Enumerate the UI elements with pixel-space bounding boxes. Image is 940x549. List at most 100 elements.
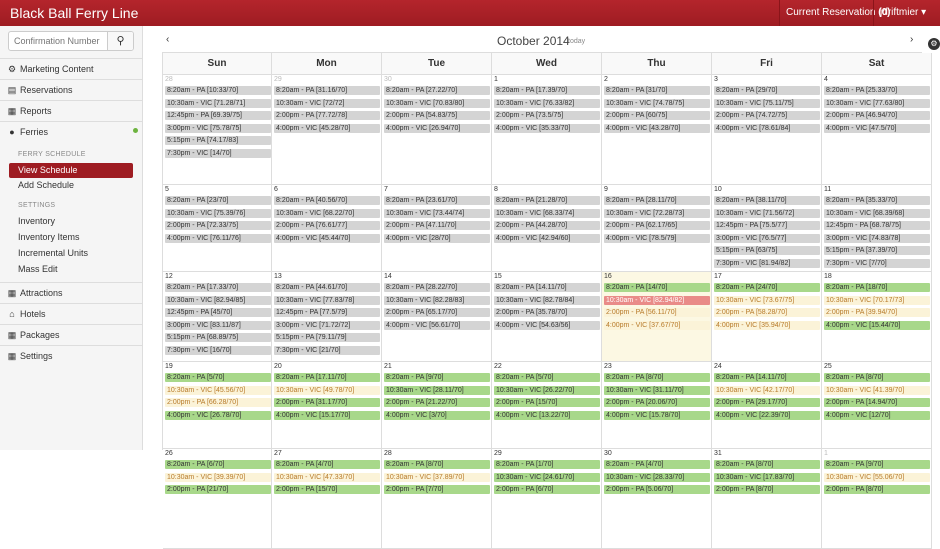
ferry-event[interactable]: 8:20am - PA [9/70] bbox=[824, 460, 930, 469]
day-cell[interactable]: 25 8:20am - PA [8/70] 10:30am - VIC [41.39… bbox=[822, 362, 932, 449]
confirmation-number-input[interactable] bbox=[9, 32, 109, 50]
ferry-event[interactable]: 2:00pm - PA [5.06/70] bbox=[604, 485, 710, 495]
ferry-event[interactable]: 8:20am - PA [8/70] bbox=[714, 460, 820, 469]
sidebar-item-settings[interactable]: ▦ Settings bbox=[0, 345, 142, 366]
ferry-event[interactable]: 10:30am - VIC [76.33/82] bbox=[494, 98, 600, 108]
ferry-event[interactable]: 5:15pm - PA [74.17/83] bbox=[165, 136, 271, 146]
ferry-event[interactable]: 2:00pm - PA [72.33/75] bbox=[165, 221, 271, 231]
ferry-event[interactable]: 3:00pm - VIC [71.72/72] bbox=[274, 320, 380, 330]
ferry-event[interactable]: 2:00pm - PA [58.28/70] bbox=[714, 308, 820, 318]
ferry-event[interactable]: 2:00pm - PA [76.61/77] bbox=[274, 221, 380, 231]
ferry-event[interactable]: 8:20am - PA [8/70] bbox=[824, 373, 930, 382]
ferry-event[interactable]: 2:00pm - PA [6/70] bbox=[494, 485, 600, 495]
ferry-event[interactable]: 2:00pm - PA [29.17/70] bbox=[714, 398, 820, 408]
ferry-event[interactable]: 3:00pm - VIC [74.83/78] bbox=[824, 233, 930, 243]
ferry-event[interactable]: 8:20am - PA [8/70] bbox=[384, 460, 490, 469]
ferry-event[interactable]: 10:30am - VIC [26.22/70] bbox=[494, 385, 600, 395]
ferry-event[interactable]: 10:30am - VIC [70.83/80] bbox=[384, 98, 490, 108]
ferry-event[interactable]: 12:45pm - PA [77.5/79] bbox=[274, 308, 380, 318]
sidebar-item-attractions[interactable]: ▦ Attractions bbox=[0, 282, 142, 303]
day-cell[interactable]: 13 8:20am - PA [44.61/70] 10:30am - VIC [7… bbox=[272, 272, 382, 362]
day-cell[interactable]: 4 8:20am - PA [25.33/70] 10:30am - VIC [77… bbox=[822, 75, 932, 185]
ferry-event[interactable]: 4:00pm - VIC [37.67/70] bbox=[604, 320, 710, 330]
ferry-event[interactable]: 4:00pm - VIC [43.28/70] bbox=[604, 123, 710, 133]
ferry-event[interactable]: 5:15pm - PA [68.89/75] bbox=[165, 333, 271, 343]
ferry-event[interactable]: 8:20am - PA [28.22/70] bbox=[384, 283, 490, 292]
day-cell[interactable]: 30 8:20am - PA [27.22/70] 10:30am - VIC [7… bbox=[382, 75, 492, 185]
ferry-event[interactable]: 4:00pm - VIC [3/70] bbox=[384, 410, 490, 420]
ferry-event[interactable]: 4:00pm - VIC [47.5/70] bbox=[824, 123, 930, 133]
day-cell[interactable]: 21 8:20am - PA [9/70] 10:30am - VIC [28.11… bbox=[382, 362, 492, 449]
ferry-event[interactable]: 12:45pm - PA [75.5/77] bbox=[714, 221, 820, 231]
ferry-event[interactable]: 4:00pm - VIC [22.39/70] bbox=[714, 410, 820, 420]
ferry-event[interactable]: 2:00pm - PA [21/70] bbox=[165, 485, 271, 495]
ferry-event[interactable]: 8:20am - PA [17.11/70] bbox=[274, 373, 380, 382]
ferry-event[interactable]: 8:20am - PA [17.39/70] bbox=[494, 86, 600, 95]
ferry-event[interactable]: 7:30pm - VIC [21/70] bbox=[274, 346, 380, 355]
ferry-event[interactable]: 2:00pm - PA [74.72/75] bbox=[714, 111, 820, 121]
day-cell[interactable]: 3 8:20am - PA [29/70] 10:30am - VIC [75.11… bbox=[712, 75, 822, 185]
ferry-event[interactable]: 8:20am - PA [31/70] bbox=[604, 86, 710, 95]
ferry-event[interactable]: 4:00pm - VIC [15.17/70] bbox=[274, 410, 380, 420]
ferry-event[interactable]: 8:20am - PA [4/70] bbox=[274, 460, 380, 469]
ferry-event[interactable]: 8:20am - PA [29/70] bbox=[714, 86, 820, 95]
ferry-event[interactable]: 8:20am - PA [27.22/70] bbox=[384, 86, 490, 95]
sidebar-item-packages[interactable]: ▦ Packages bbox=[0, 324, 142, 345]
day-cell[interactable]: 20 8:20am - PA [17.11/70] 10:30am - VIC [4… bbox=[272, 362, 382, 449]
ferry-event[interactable]: 4:00pm - VIC [15.44/70] bbox=[824, 320, 930, 330]
ferry-event[interactable]: 2:00pm - PA [39.94/70] bbox=[824, 308, 930, 318]
day-cell[interactable]: 1 8:20am - PA [9/70] 10:30am - VIC [55.06/… bbox=[822, 449, 932, 549]
ferry-event[interactable]: 10:30am - VIC [68.22/70] bbox=[274, 208, 380, 218]
ferry-event[interactable]: 8:20am - PA [14.11/70] bbox=[714, 373, 820, 382]
day-cell[interactable]: 29 8:20am - PA [31.16/70] 10:30am - VIC [7… bbox=[272, 75, 382, 185]
ferry-event[interactable]: 8:20am - PA [38.11/70] bbox=[714, 196, 820, 205]
ferry-event[interactable]: 7:30pm - VIC [81.94/82] bbox=[714, 259, 820, 268]
ferry-event[interactable]: 2:00pm - PA [77.72/78] bbox=[274, 111, 380, 121]
ferry-event[interactable]: 4:00pm - VIC [35.33/70] bbox=[494, 123, 600, 133]
ferry-event[interactable]: 7:30pm - VIC [16/70] bbox=[165, 346, 271, 355]
day-cell[interactable]: 30 8:20am - PA [4/70] 10:30am - VIC [28.33… bbox=[602, 449, 712, 549]
ferry-event[interactable]: 2:00pm - PA [62.17/65] bbox=[604, 221, 710, 231]
ferry-event[interactable]: 2:00pm - PA [73.5/75] bbox=[494, 111, 600, 121]
ferry-event[interactable]: 8:20am - PA [14.11/70] bbox=[494, 283, 600, 292]
sidebar-item-hotels[interactable]: ⌂ Hotels bbox=[0, 303, 142, 324]
day-cell[interactable]: 24 8:20am - PA [14.11/70] 10:30am - VIC [4… bbox=[712, 362, 822, 449]
view-schedule-link[interactable]: View Schedule bbox=[9, 163, 133, 178]
ferry-event[interactable]: 8:20am - PA [18/70] bbox=[824, 283, 930, 292]
ferry-event[interactable]: 10:30am - VIC [77.63/80] bbox=[824, 98, 930, 108]
today-button[interactable]: today bbox=[568, 38, 585, 45]
day-cell[interactable]: 7 8:20am - PA [23.61/70] 10:30am - VIC [73… bbox=[382, 185, 492, 272]
ferry-event[interactable]: 10:30am - VIC [47.33/70] bbox=[274, 472, 380, 482]
ferry-event[interactable]: 8:20am - PA [6/70] bbox=[165, 460, 271, 469]
day-cell[interactable]: 31 8:20am - PA [8/70] 10:30am - VIC [17.83… bbox=[712, 449, 822, 549]
ferry-event[interactable]: 4:00pm - VIC [13.22/70] bbox=[494, 410, 600, 420]
ferry-event[interactable]: 4:00pm - VIC [45.28/70] bbox=[274, 123, 380, 133]
ferry-event[interactable]: 3:00pm - VIC [75.78/75] bbox=[165, 123, 271, 133]
user-menu[interactable]: jdriftmier ▾ bbox=[873, 0, 940, 26]
ferry-event[interactable]: 2:00pm - PA [66.28/70] bbox=[165, 398, 271, 408]
day-cell[interactable]: 29 8:20am - PA [1/70] 10:30am - VIC [24.61… bbox=[492, 449, 602, 549]
ferry-event[interactable]: 8:20am - PA [21.28/70] bbox=[494, 196, 600, 205]
ferry-event[interactable]: 10:30am - VIC [49.78/70] bbox=[274, 385, 380, 395]
add-schedule-link[interactable]: Add Schedule bbox=[18, 180, 74, 190]
day-cell[interactable]: 28 8:20am - PA [10:33/70] 10:30am - VIC [7… bbox=[163, 75, 272, 185]
ferry-event[interactable]: 2:00pm - PA [31.17/70] bbox=[274, 398, 380, 408]
sidebar-item-marketing-content[interactable]: ⚙ Marketing Content bbox=[0, 58, 142, 79]
ferry-event[interactable]: 5:15pm - PA [79.11/79] bbox=[274, 333, 380, 343]
day-cell[interactable]: 9 8:20am - PA [28.11/70] 10:30am - VIC [72… bbox=[602, 185, 712, 272]
ferry-event[interactable]: 7:30pm - VIC [7/70] bbox=[824, 259, 930, 268]
brand-title[interactable]: Black Ball Ferry Line bbox=[10, 5, 138, 21]
ferry-event[interactable]: 2:00pm - PA [65.17/70] bbox=[384, 308, 490, 318]
day-cell[interactable]: 10 8:20am - PA [38.11/70] 10:30am - VIC [7… bbox=[712, 185, 822, 272]
day-cell[interactable]: 14 8:20am - PA [28.22/70] 10:30am - VIC [8… bbox=[382, 272, 492, 362]
ferry-event[interactable]: 2:00pm - PA [20.06/70] bbox=[604, 398, 710, 408]
ferry-event[interactable]: 10:30am - VIC [68.33/74] bbox=[494, 208, 600, 218]
day-cell[interactable]: 15 8:20am - PA [14.11/70] 10:30am - VIC [8… bbox=[492, 272, 602, 362]
ferry-event[interactable]: 12:45pm - PA [69.39/75] bbox=[165, 111, 271, 121]
ferry-event[interactable]: 5:15pm - PA [37.39/70] bbox=[824, 246, 930, 256]
ferry-event[interactable]: 8:20am - PA [24/70] bbox=[714, 283, 820, 292]
ferry-event[interactable]: 2:00pm - PA [56.11/70] bbox=[604, 308, 710, 318]
ferry-event[interactable]: 8:20am - PA [40.56/70] bbox=[274, 196, 380, 205]
ferry-event[interactable]: 4:00pm - VIC [28/70] bbox=[384, 233, 490, 243]
ferry-event[interactable]: 8:20am - PA [25.33/70] bbox=[824, 86, 930, 95]
